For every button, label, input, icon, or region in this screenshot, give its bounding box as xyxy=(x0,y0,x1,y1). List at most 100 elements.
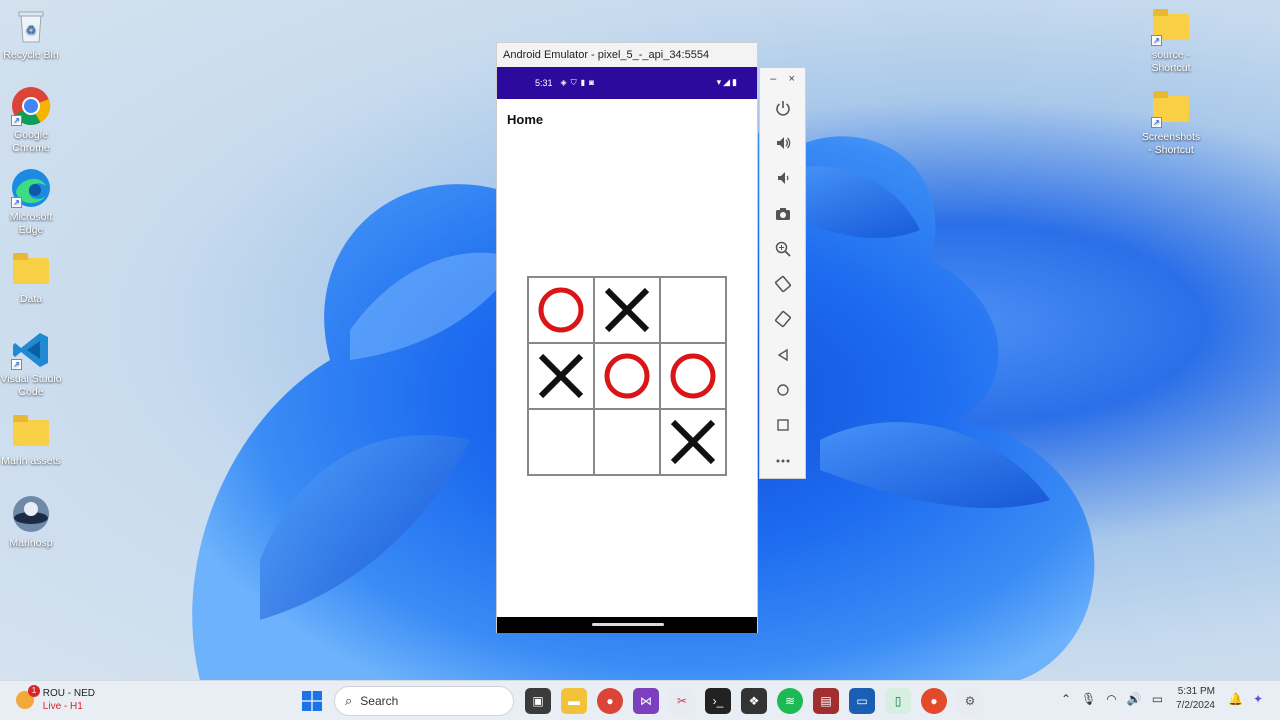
zoom-button[interactable] xyxy=(760,231,805,266)
svg-text:♻: ♻ xyxy=(26,23,37,37)
chevron-up-icon[interactable]: ⌃ xyxy=(1061,692,1071,706)
android-status-bar: 5:31 ◈⛉▮◙ ▾◢▮ xyxy=(497,67,757,99)
shortcut-arrow-icon: ↗ xyxy=(11,197,22,208)
camera-icon xyxy=(775,207,790,220)
notification-bell-icon[interactable]: 🔔 xyxy=(1228,692,1243,706)
android-studio-icon[interactable]: ▯ xyxy=(885,688,911,714)
desktop-icon-marinosp[interactable]: Marinosp xyxy=(0,494,62,550)
windows-taskbar: 1 ROU - NED Live - H1 ⌕ Search ▣ ▬ ● ⋈ ✂… xyxy=(0,680,1280,720)
wifi-icon[interactable]: ◠ xyxy=(1106,692,1116,706)
desktop-icon-label: Recycle Bin xyxy=(3,49,59,61)
zoom-icon xyxy=(775,241,791,257)
desktop-icon-recycle-bin[interactable]: ♻ Recycle Bin xyxy=(0,6,62,62)
taskbar-clock[interactable]: 5:31 PM 7/2/2024 xyxy=(1176,685,1215,713)
desktop-icon-label: Marinosp xyxy=(9,537,53,549)
search-placeholder: Search xyxy=(360,694,399,708)
speaker-icon[interactable]: 🔊 xyxy=(1127,692,1142,706)
power-icon xyxy=(775,100,790,116)
rotate-left-icon xyxy=(774,275,791,293)
folder-icon xyxy=(11,412,51,452)
board-cell-6[interactable] xyxy=(528,409,594,475)
rotate-right-button[interactable] xyxy=(760,302,805,337)
board-cell-3[interactable] xyxy=(528,343,594,409)
desktop-icon-label: Screenshots - Shortcut xyxy=(1141,131,1201,156)
page-title: Home xyxy=(507,112,544,127)
start-button[interactable] xyxy=(296,685,328,717)
rotate-left-button[interactable] xyxy=(760,266,805,301)
volume-up-button[interactable] xyxy=(760,125,805,160)
clock-time: 5:31 PM xyxy=(1177,686,1215,697)
remote-desktop-icon[interactable]: ▭ xyxy=(849,688,875,714)
overview-icon xyxy=(776,419,789,432)
status-time: 5:31 xyxy=(535,78,553,88)
board-cell-2[interactable] xyxy=(660,277,726,343)
x-mark-icon xyxy=(670,419,716,465)
o-mark-icon xyxy=(604,353,650,399)
desktop-icon-google-chrome[interactable]: ↗ Google Chrome xyxy=(0,86,62,155)
settings-gear-icon[interactable]: ⚙ xyxy=(957,688,983,714)
shortcut-arrow-icon: ↗ xyxy=(11,359,22,370)
chrome-canary-icon[interactable]: ● xyxy=(921,688,947,714)
desktop-icon-marin-assets[interactable]: Marin assets xyxy=(0,412,62,468)
folder-shortcut-icon: ↗ xyxy=(1151,6,1191,46)
back-icon xyxy=(777,348,788,361)
desktop-icon-label: Marin assets xyxy=(1,455,61,467)
microphone-icon[interactable]: 🎙 xyxy=(1081,692,1096,706)
overview-button[interactable] xyxy=(760,408,805,443)
desktop-icon-source-shortcut[interactable]: ↗ source - Shortcut xyxy=(1140,6,1202,75)
back-button[interactable] xyxy=(760,337,805,372)
home-icon xyxy=(776,384,789,396)
system-tray: ⌃ 🎙 ◠ 🔊 ▭ 5:31 PM 7/2/2024 🔔 ✦ xyxy=(1056,685,1268,713)
spotify-icon[interactable]: ≋ xyxy=(777,688,803,714)
windows-logo-icon xyxy=(302,691,322,711)
desktop-icon-screenshots-shortcut[interactable]: ↗ Screenshots - Shortcut xyxy=(1140,88,1202,157)
x-mark-icon xyxy=(604,287,650,333)
folder-shortcut-icon: ↗ xyxy=(1151,88,1191,128)
app-launcher-icon[interactable]: ▤ xyxy=(813,688,839,714)
desktop-icon-data[interactable]: Data xyxy=(0,250,62,306)
vscode-icon: ↗ xyxy=(11,330,51,370)
board-cell-0[interactable] xyxy=(528,277,594,343)
gesture-handle[interactable] xyxy=(592,623,664,626)
visual-studio-icon[interactable]: ⋈ xyxy=(633,688,659,714)
chrome-taskbar-icon[interactable]: ● xyxy=(597,688,623,714)
search-icon: ⌕ xyxy=(345,693,353,708)
emulator-minimize-button[interactable]: – xyxy=(770,73,776,85)
rotate-right-icon xyxy=(774,311,791,328)
volume-down-button[interactable] xyxy=(760,161,805,196)
power-button[interactable] xyxy=(760,90,805,125)
battery-icon[interactable]: ▭ xyxy=(1152,692,1163,706)
davinci-resolve-icon[interactable]: ❖ xyxy=(741,688,767,714)
task-view-icon[interactable]: ▣ xyxy=(525,688,551,714)
taskbar-search-box[interactable]: ⌕ Search xyxy=(334,686,514,716)
folder-icon xyxy=(11,250,51,290)
more-button[interactable] xyxy=(760,443,805,478)
desktop-icon-visual-studio-code[interactable]: ↗ Visual Studio Code xyxy=(0,330,62,399)
board-cell-1[interactable] xyxy=(594,277,660,343)
weather-widget[interactable]: 1 ROU - NED Live - H1 xyxy=(16,685,96,713)
desktop-icon-label: Google Chrome xyxy=(12,129,50,154)
board-cell-7[interactable] xyxy=(594,409,660,475)
emulator-toolbar: – × xyxy=(759,67,806,479)
terminal-icon[interactable]: ›_ xyxy=(705,688,731,714)
desktop-icon-microsoft-edge[interactable]: ↗ Microsoft Edge xyxy=(0,168,62,237)
board-cell-8[interactable] xyxy=(660,409,726,475)
board-cell-4[interactable] xyxy=(594,343,660,409)
chrome-icon: ↗ xyxy=(11,86,51,126)
edge-icon: ↗ xyxy=(11,168,51,208)
copilot-icon[interactable]: ✦ xyxy=(1253,692,1263,706)
snipping-tool-icon[interactable]: ✂ xyxy=(669,688,695,714)
notification-badge: 1 xyxy=(28,685,40,697)
recycle-bin-icon: ♻ xyxy=(11,6,51,46)
home-button[interactable] xyxy=(760,372,805,407)
file-explorer-icon[interactable]: ▬ xyxy=(561,688,587,714)
emulator-titlebar[interactable]: Android Emulator - pixel_5_-_api_34:5554 xyxy=(496,42,758,68)
screenshot-button[interactable] xyxy=(760,196,805,231)
emulator-close-button[interactable]: × xyxy=(788,73,794,85)
emulator-window-title: Android Emulator - pixel_5_-_api_34:5554 xyxy=(503,49,710,61)
o-mark-icon xyxy=(538,287,584,333)
emulator-phone-screen[interactable]: 5:31 ◈⛉▮◙ ▾◢▮ Home xyxy=(496,67,758,633)
board-cell-5[interactable] xyxy=(660,343,726,409)
weather-title: ROU - NED xyxy=(42,688,96,699)
o-mark-icon xyxy=(670,353,716,399)
